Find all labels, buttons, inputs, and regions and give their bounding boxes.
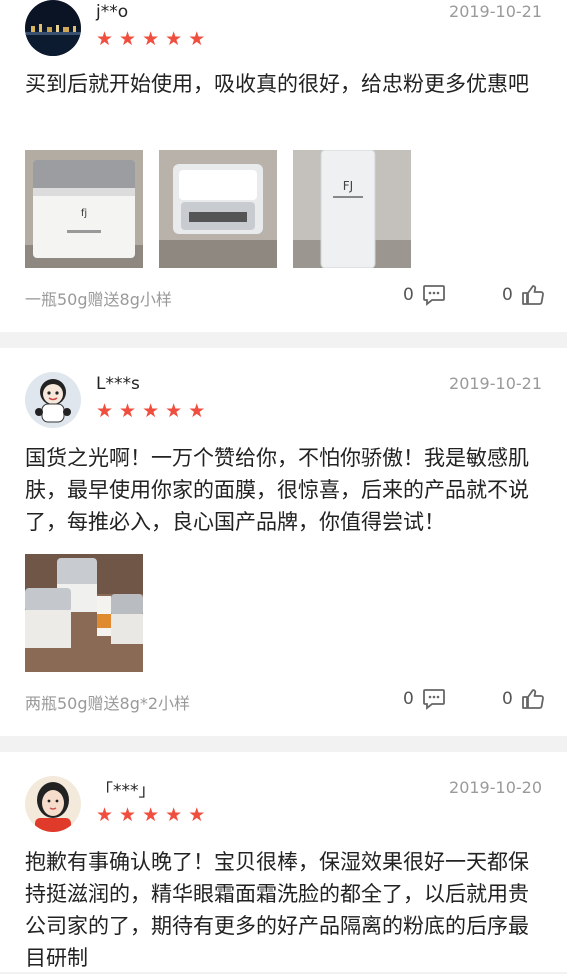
username: L***s (96, 374, 140, 394)
star-icon: ★ (165, 28, 183, 50)
star-icon: ★ (188, 804, 206, 826)
star-icon: ★ (119, 804, 137, 826)
star-icon: ★ (96, 400, 114, 422)
comment-count: 0 (403, 285, 414, 305)
star-icon: ★ (142, 400, 160, 422)
comment-count: 0 (403, 689, 414, 709)
review-date: 2019-10-20 (449, 778, 542, 797)
rating-stars: ★ ★ ★ ★ ★ (96, 402, 205, 421)
review-date: 2019-10-21 (449, 2, 542, 21)
comment-icon (422, 688, 446, 710)
star-icon: ★ (142, 28, 160, 50)
username: 「***」 (96, 781, 156, 801)
product-variant: 一瓶50g赠送8g小样 (25, 290, 172, 309)
comment-icon (422, 284, 446, 306)
review-photo[interactable] (25, 554, 143, 672)
review-text: 抱歉有事确认晚了！宝贝很棒，保湿效果很好一天都保持挺滋润的，精华眼霜面霜洗脸的都… (25, 850, 529, 970)
like-count: 0 (502, 689, 513, 709)
comment-button[interactable]: 0 (403, 284, 446, 306)
username: j**o (96, 2, 129, 22)
review-photo[interactable] (159, 150, 277, 268)
star-icon: ★ (96, 28, 114, 50)
review-photo[interactable]: FJ (293, 150, 411, 268)
review-photos (25, 554, 143, 672)
review-date: 2019-10-21 (449, 374, 542, 393)
like-button[interactable]: 0 (502, 688, 545, 710)
comment-button[interactable]: 0 (403, 688, 446, 710)
review-photos: fj FJ (25, 150, 411, 268)
avatar[interactable] (25, 0, 81, 56)
review-photo[interactable]: fj (25, 150, 143, 268)
like-count: 0 (502, 285, 513, 305)
star-icon: ★ (188, 400, 206, 422)
thumbs-up-icon (521, 284, 545, 306)
review-text: 买到后就开始使用，吸收真的很好，给忠粉更多优惠吧 (25, 72, 529, 96)
star-icon: ★ (165, 804, 183, 826)
star-icon: ★ (119, 28, 137, 50)
like-button[interactable]: 0 (502, 284, 545, 306)
svg-text:fj: fj (81, 208, 87, 219)
review-card: 「***」 2019-10-20 ★ ★ ★ ★ ★ 抱歉有事确认晚了！宝贝很棒… (0, 752, 567, 972)
star-icon: ★ (142, 804, 160, 826)
star-icon: ★ (119, 400, 137, 422)
star-icon: ★ (165, 400, 183, 422)
star-icon: ★ (188, 28, 206, 50)
review-card: j**o 2019-10-21 ★ ★ ★ ★ ★ 买到后就开始使用，吸收真的很… (0, 0, 567, 332)
rating-stars: ★ ★ ★ ★ ★ (96, 30, 205, 49)
thumbs-up-icon (521, 688, 545, 710)
review-card: L***s 2019-10-21 ★ ★ ★ ★ ★ 国货之光啊！一万个赞给你，… (0, 348, 567, 736)
avatar[interactable] (25, 776, 81, 832)
avatar[interactable] (25, 372, 81, 428)
rating-stars: ★ ★ ★ ★ ★ (96, 806, 205, 825)
star-icon: ★ (96, 804, 114, 826)
product-variant: 两瓶50g赠送8g*2小样 (25, 694, 191, 713)
svg-text:FJ: FJ (343, 179, 353, 193)
review-text: 国货之光啊！一万个赞给你，不怕你骄傲！我是敏感肌肤，最早使用你家的面膜，很惊喜，… (25, 446, 529, 534)
